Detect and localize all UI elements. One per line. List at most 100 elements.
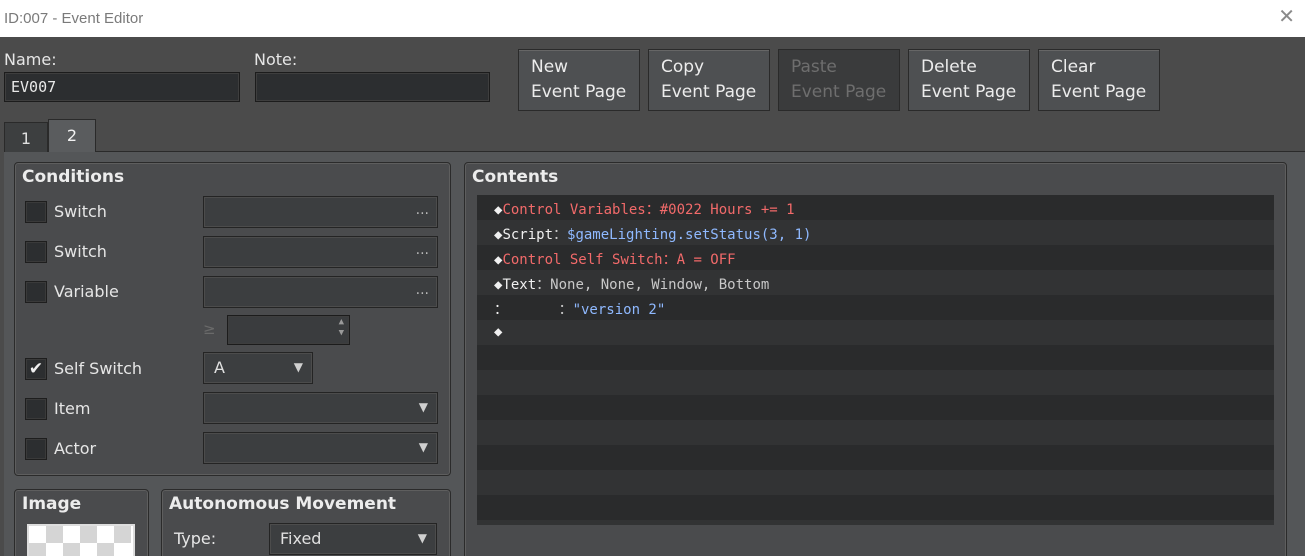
conditions-title: Conditions (22, 167, 125, 187)
greater-equal-sign: ≥ (203, 320, 216, 338)
event-command-row[interactable] (477, 420, 1274, 445)
item-select[interactable]: ▼ (203, 392, 438, 424)
event-command-row[interactable] (477, 370, 1274, 395)
command-separator: ： (553, 227, 568, 243)
button-line-2: Event Page (1051, 82, 1147, 102)
switch-2-picker[interactable]: ... (203, 236, 438, 268)
item-label: Item (54, 399, 91, 418)
event-command-row[interactable] (477, 395, 1274, 420)
actor-checkbox[interactable] (25, 438, 47, 460)
button-line-2: Event Page (791, 82, 887, 102)
button-line-1: Clear (1051, 57, 1096, 77)
variable-value-spinner[interactable]: ▲ ▼ (227, 315, 350, 345)
self-switch-value: A (214, 358, 225, 377)
movement-type-value: Fixed (280, 529, 322, 548)
command-name: Control Self Switch (502, 252, 663, 268)
chevron-down-icon: ▼ (293, 360, 303, 374)
switch-2-label: Switch (54, 242, 107, 261)
command-arguments: None, None, Window, Bottom (550, 277, 770, 293)
event-command-row[interactable] (477, 445, 1274, 470)
self-switch-checkbox[interactable]: ✔ (25, 358, 47, 380)
event-command-row[interactable]: ◆ (477, 320, 1274, 345)
spin-arrows-icon[interactable]: ▲ ▼ (339, 317, 344, 339)
command-name: Text (502, 277, 537, 293)
close-icon[interactable]: ✕ (1278, 6, 1295, 28)
event-editor-body: Name: EV007 Note: New Event Page Copy Ev… (0, 37, 1305, 556)
event-command-row[interactable] (477, 345, 1274, 370)
checker-cell (97, 543, 114, 556)
command-separator: ： (645, 202, 660, 218)
button-line-1: Paste (791, 57, 837, 77)
chevron-down-icon: ▼ (418, 400, 428, 414)
switch-1-checkbox[interactable] (25, 201, 47, 223)
ellipsis-icon: ... (415, 242, 429, 258)
event-command-list[interactable]: ◆Control Variables：#0022 Hours += 1 ◆Scri… (477, 195, 1274, 525)
event-command-row[interactable]: ： ："version 2" (477, 295, 1274, 320)
checker-cell (46, 526, 63, 543)
command-arguments: $gameLighting.setStatus(3, 1) (567, 227, 812, 243)
delete-event-page-button[interactable]: Delete Event Page (908, 49, 1030, 111)
tab-page-2[interactable]: 2 (48, 119, 96, 152)
command-bullet: ◆ (494, 324, 503, 340)
command-arguments: A = OFF (676, 252, 736, 268)
note-label: Note: (254, 50, 298, 69)
command-name: Control Variables (502, 202, 646, 218)
self-switch-row: ✔ Self Switch (25, 354, 205, 384)
event-command-row[interactable]: ◆Control Variables：#0022 Hours += 1 (477, 195, 1274, 220)
name-field[interactable]: EV007 (4, 72, 240, 102)
command-name: Script (502, 227, 554, 243)
button-line-2: Event Page (531, 82, 627, 102)
ellipsis-icon: ... (415, 282, 429, 298)
self-switch-select[interactable]: A ▼ (203, 352, 313, 384)
checker-cell (29, 543, 46, 556)
movement-type-label: Type: (174, 529, 217, 548)
contents-title: Contents (472, 167, 559, 187)
autonomous-movement-title: Autonomous Movement (169, 494, 397, 514)
checker-cell (114, 526, 131, 543)
button-line-2: Event Page (661, 82, 757, 102)
actor-row: Actor (25, 434, 205, 464)
chevron-down-icon: ▼ (418, 440, 428, 454)
switch-1-picker[interactable]: ... (203, 196, 438, 228)
command-bullet: ： (494, 302, 508, 318)
actor-select[interactable]: ▼ (203, 432, 438, 464)
variable-checkbox[interactable] (25, 281, 47, 303)
new-event-page-button[interactable]: New Event Page (518, 49, 640, 111)
autonomous-movement-panel: Autonomous Movement Type: Fixed ▼ (161, 489, 451, 556)
movement-type-select[interactable]: Fixed ▼ (269, 523, 437, 555)
variable-label: Variable (54, 282, 119, 301)
switch-2-checkbox[interactable] (25, 241, 47, 263)
command-separator: ： (508, 302, 573, 318)
title-bar: ID:007 - Event Editor ✕ (0, 0, 1305, 37)
contents-panel: Contents ◆Control Variables：#0022 Hours … (464, 162, 1287, 556)
image-title: Image (22, 494, 82, 514)
checker-cell (63, 543, 80, 556)
checker-cell (80, 526, 97, 543)
copy-event-page-button[interactable]: Copy Event Page (648, 49, 770, 111)
tab-page-1[interactable]: 1 (4, 122, 48, 152)
event-command-row[interactable] (477, 470, 1274, 495)
item-row: Item (25, 394, 205, 424)
image-preview[interactable] (27, 524, 135, 556)
note-field[interactable] (255, 72, 490, 102)
event-command-row[interactable]: ◆Control Self Switch：A = OFF (477, 245, 1274, 270)
ellipsis-icon: ... (415, 202, 429, 218)
conditions-panel: Conditions Switch ... Switch ... Variabl… (14, 162, 451, 476)
name-label: Name: (4, 50, 57, 69)
actor-label: Actor (54, 439, 97, 458)
command-arguments: "version 2" (572, 302, 666, 318)
paste-event-page-button[interactable]: Paste Event Page (778, 49, 900, 111)
command-separator: ： (536, 277, 551, 293)
clear-event-page-button[interactable]: Clear Event Page (1038, 49, 1160, 111)
button-line-1: Copy (661, 57, 705, 77)
window-title: ID:007 - Event Editor (4, 10, 144, 27)
event-command-row[interactable]: ◆Script：$gameLighting.setStatus(3, 1) (477, 220, 1274, 245)
event-command-row[interactable] (477, 495, 1274, 520)
item-checkbox[interactable] (25, 398, 47, 420)
variable-picker[interactable]: ... (203, 276, 438, 308)
event-command-row[interactable] (477, 520, 1274, 525)
self-switch-label: Self Switch (54, 359, 143, 378)
image-panel: Image (14, 489, 149, 556)
event-command-row[interactable]: ◆Text：None, None, Window, Bottom (477, 270, 1274, 295)
command-arguments: #0022 Hours += 1 (659, 202, 795, 218)
